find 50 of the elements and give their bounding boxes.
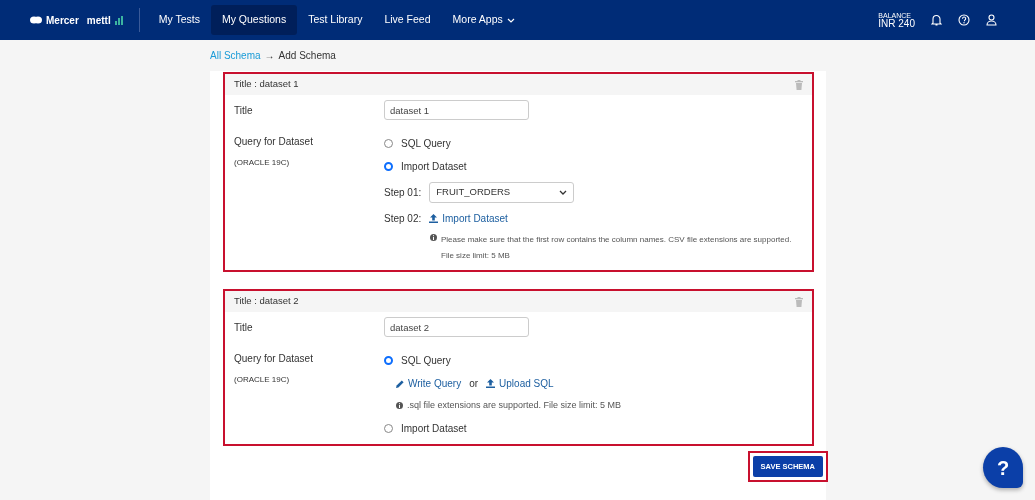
title-input[interactable]: dataset 2 bbox=[384, 317, 529, 337]
radio-label[interactable]: Import Dataset bbox=[401, 159, 467, 174]
nav-tab[interactable]: Live Feed bbox=[373, 5, 442, 35]
help-icon bbox=[958, 14, 970, 26]
import-link[interactable]: Import Dataset bbox=[429, 211, 508, 226]
write-query-link[interactable]: Write Query bbox=[396, 376, 462, 391]
info-icon bbox=[396, 402, 403, 410]
card-title: Title : dataset 2 bbox=[234, 294, 299, 309]
step-label: Step 01: bbox=[384, 186, 422, 200]
field-label: Title bbox=[234, 103, 254, 118]
upload-sql-link[interactable]: Upload SQL bbox=[486, 376, 554, 391]
nav-tab[interactable]: My Tests bbox=[147, 5, 211, 35]
brand-name: Mercer bbox=[46, 13, 79, 28]
hint-text: .sql file extensions are supported. File size limit: 5 MB bbox=[407, 399, 622, 412]
hint-text: File size limit: 5 MB bbox=[441, 250, 511, 262]
step-label: Step 02: bbox=[384, 212, 422, 226]
upload-icon bbox=[486, 379, 496, 388]
db-note: (ORACLE 19C) bbox=[234, 157, 291, 169]
card-title: Title : dataset 1 bbox=[234, 77, 299, 92]
radio-label[interactable]: SQL Query bbox=[401, 353, 451, 368]
bell-icon bbox=[931, 14, 942, 26]
radio-label[interactable]: Import Dataset bbox=[401, 420, 467, 436]
field-label: Title bbox=[234, 320, 254, 335]
db-note: (ORACLE 19C) bbox=[234, 374, 291, 386]
logo-icon bbox=[30, 16, 42, 24]
trash-icon[interactable] bbox=[795, 79, 803, 90]
upload-icon bbox=[429, 214, 439, 223]
breadcrumb-separator: → bbox=[264, 49, 275, 63]
title-input[interactable]: dataset 1 bbox=[384, 100, 529, 120]
field-label: Query for Dataset bbox=[234, 135, 314, 149]
radio-icon[interactable] bbox=[384, 162, 393, 171]
chevron-icon bbox=[559, 190, 568, 195]
trash-icon[interactable] bbox=[795, 296, 803, 307]
info-icon bbox=[430, 234, 437, 241]
help-button[interactable]: ? bbox=[983, 447, 1023, 488]
field-label: Query for Dataset bbox=[234, 352, 314, 366]
pencil-icon bbox=[396, 379, 404, 388]
nav-tab[interactable]: Test Library bbox=[297, 5, 374, 35]
balance-value: INR 240 bbox=[878, 17, 915, 29]
or-text: or bbox=[469, 377, 479, 391]
radio-label[interactable]: SQL Query bbox=[401, 136, 451, 151]
chart-icon bbox=[114, 15, 123, 25]
user-icon bbox=[986, 14, 997, 26]
dataset-select[interactable]: FRUIT_ORDERS bbox=[429, 182, 575, 203]
nav-tab[interactable]: More Apps bbox=[441, 5, 526, 35]
hint-text: Please make sure that the first row contains the column names. CSV file extensions are supported. bbox=[441, 234, 792, 246]
radio-icon[interactable] bbox=[384, 356, 393, 365]
breadcrumb-current: Add Schema bbox=[278, 49, 336, 63]
product-name: mettl bbox=[86, 13, 111, 28]
nav-tab[interactable]: My Questions bbox=[210, 5, 298, 35]
